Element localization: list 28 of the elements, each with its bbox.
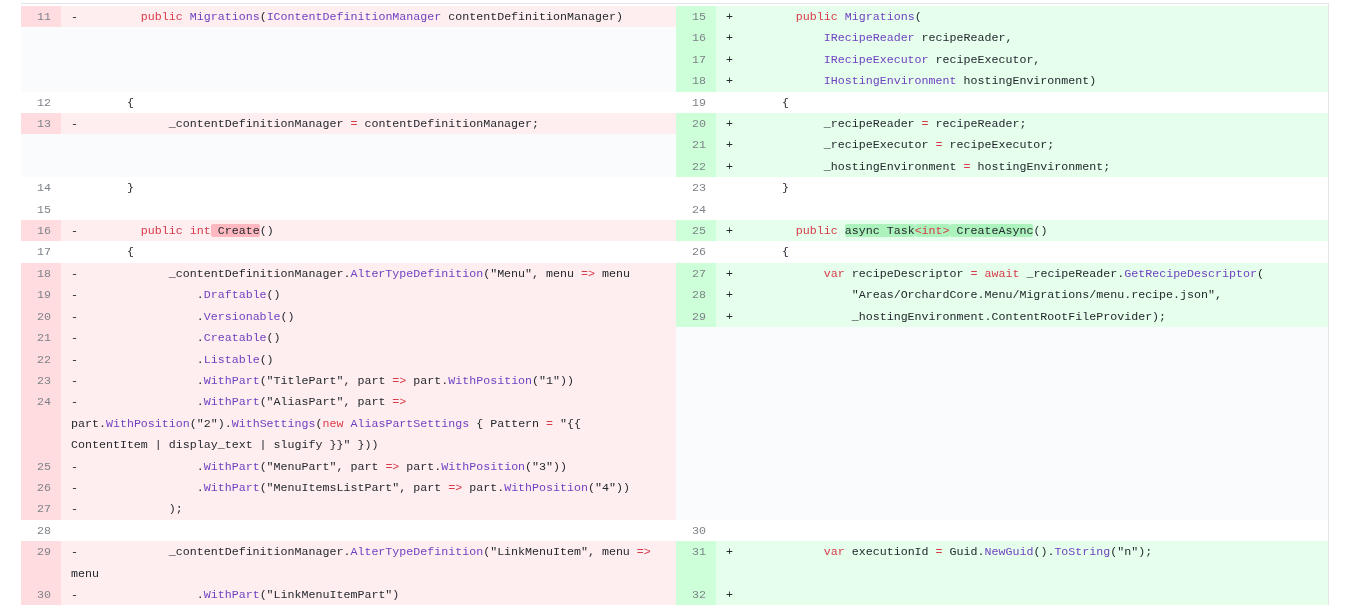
line-number: 16: [21, 220, 61, 242]
line-number: 32: [676, 583, 716, 606]
line-number: 21: [676, 134, 716, 156]
line-number: 22: [21, 348, 61, 370]
line-number: 26: [21, 476, 61, 499]
line-number: 25: [21, 455, 61, 477]
line-number: 25: [676, 220, 716, 242]
line-number: 27: [21, 498, 61, 520]
line-number: 18: [21, 262, 61, 285]
line-number: 29: [676, 305, 716, 328]
line-number: 28: [676, 284, 716, 306]
line-number: 18: [676, 70, 716, 92]
line-number: 19: [21, 284, 61, 306]
line-number: 16: [676, 27, 716, 49]
line-number: 15: [676, 6, 716, 28]
line-number: 20: [676, 113, 716, 135]
line-number: 29: [21, 541, 61, 584]
line-number: 13: [21, 113, 61, 135]
line-number: 21: [21, 327, 61, 349]
line-number: 11: [21, 6, 61, 28]
line-number: 20: [21, 305, 61, 328]
line-number: 30: [21, 583, 61, 606]
line-number: 31: [676, 541, 716, 584]
line-number: 24: [21, 391, 61, 456]
line-number: 22: [676, 155, 716, 178]
line-number: 17: [676, 48, 716, 71]
line-number: 27: [676, 262, 716, 285]
line-number: 23: [21, 369, 61, 392]
